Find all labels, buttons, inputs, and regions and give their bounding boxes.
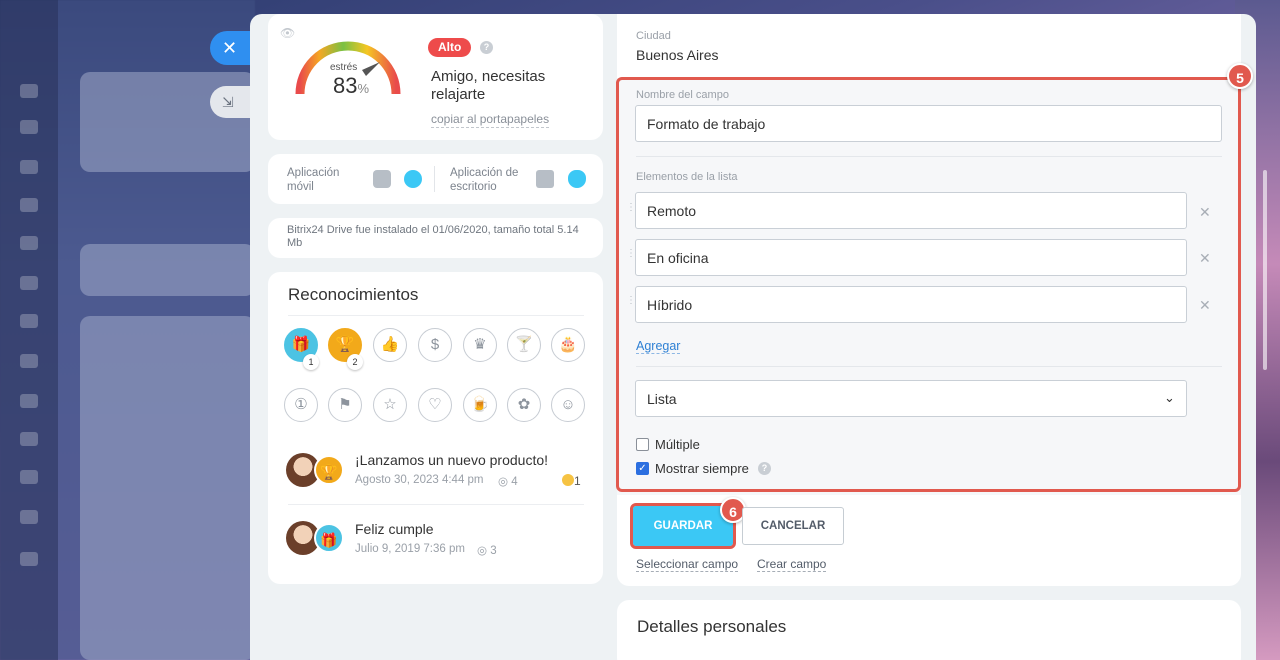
feed-item-views: ◎ 3 bbox=[477, 545, 497, 557]
star-icon[interactable]: ☆ bbox=[373, 388, 407, 422]
step-badge: 5 bbox=[1227, 63, 1253, 89]
appstore-icon[interactable] bbox=[404, 170, 422, 188]
windows-icon[interactable] bbox=[536, 170, 554, 188]
cake-icon[interactable]: 🎂 bbox=[551, 328, 585, 362]
crown-icon[interactable]: ♛ bbox=[463, 328, 497, 362]
background-card bbox=[80, 244, 255, 296]
save-button[interactable]: GUARDAR bbox=[630, 503, 736, 549]
copy-to-clipboard-link[interactable]: copiar al portapapeles bbox=[431, 112, 550, 128]
feed-item-date: Julio 9, 2019 7:36 pm bbox=[355, 543, 465, 555]
trophy-count: 2 bbox=[347, 354, 363, 370]
apps-divider bbox=[434, 166, 435, 192]
stress-level-badge: Alto bbox=[428, 38, 472, 57]
flower-icon[interactable]: ✿ bbox=[507, 388, 541, 422]
desktop-app-label: Aplicación de escritorio bbox=[450, 167, 519, 193]
create-field-link[interactable]: Crear campo bbox=[757, 557, 827, 572]
feed-item-views: ◎ 4 bbox=[498, 476, 518, 488]
highlight-frame bbox=[616, 77, 1241, 492]
stress-value: 83% bbox=[333, 73, 370, 98]
scrollbar[interactable] bbox=[1263, 170, 1267, 370]
number-one-icon[interactable]: ① bbox=[284, 388, 318, 422]
beer-icon[interactable]: 🍺 bbox=[463, 388, 497, 422]
heart-icon[interactable]: ♡ bbox=[418, 388, 452, 422]
stress-label: estrés bbox=[330, 62, 358, 73]
city-label: Ciudad bbox=[636, 30, 671, 42]
personal-details-title: Detalles personales bbox=[637, 617, 787, 636]
money-icon[interactable]: $ bbox=[418, 328, 452, 362]
drive-info: Bitrix24 Drive fue instalado el 01/06/20… bbox=[287, 224, 579, 249]
apple-icon[interactable] bbox=[568, 170, 586, 188]
mobile-app-label: Aplicación móvil bbox=[287, 167, 340, 193]
gift-count: 1 bbox=[303, 354, 319, 370]
trophy-icon: 🏆 bbox=[314, 455, 344, 485]
android-icon[interactable] bbox=[373, 170, 391, 188]
feed-item-title[interactable]: Feliz cumple bbox=[355, 521, 434, 537]
city-value: Buenos Aires bbox=[636, 47, 719, 63]
recognitions-title: Reconocimientos bbox=[288, 285, 419, 304]
gift-icon: 🎁 bbox=[314, 523, 344, 553]
reaction-count[interactable]: 1 bbox=[562, 474, 581, 488]
background-left-menu bbox=[0, 0, 58, 660]
flag-icon[interactable]: ⚑ bbox=[328, 388, 362, 422]
feed-item-title[interactable]: ¡Lanzamos un nuevo producto! bbox=[355, 452, 548, 468]
smile-icon[interactable]: ☺ bbox=[551, 388, 585, 422]
divider bbox=[288, 315, 584, 316]
thumbs-up-icon[interactable]: 👍 bbox=[373, 328, 407, 362]
pin-slider-button[interactable]: ⇲ bbox=[210, 86, 254, 118]
cocktail-icon[interactable]: 🍸 bbox=[507, 328, 541, 362]
help-icon[interactable]: ? bbox=[480, 41, 493, 54]
collapse-icon: ⇲ bbox=[222, 94, 234, 110]
close-icon: ✕ bbox=[222, 38, 238, 58]
emoji-icon bbox=[562, 474, 574, 486]
cancel-button[interactable]: CANCELAR bbox=[742, 507, 844, 545]
select-field-link[interactable]: Seleccionar campo bbox=[636, 557, 739, 572]
background-card bbox=[80, 316, 255, 660]
divider bbox=[288, 504, 584, 505]
feed-item-date: Agosto 30, 2023 4:44 pm bbox=[355, 474, 484, 486]
stress-message: Amigo, necesitas relajarte bbox=[431, 68, 546, 103]
